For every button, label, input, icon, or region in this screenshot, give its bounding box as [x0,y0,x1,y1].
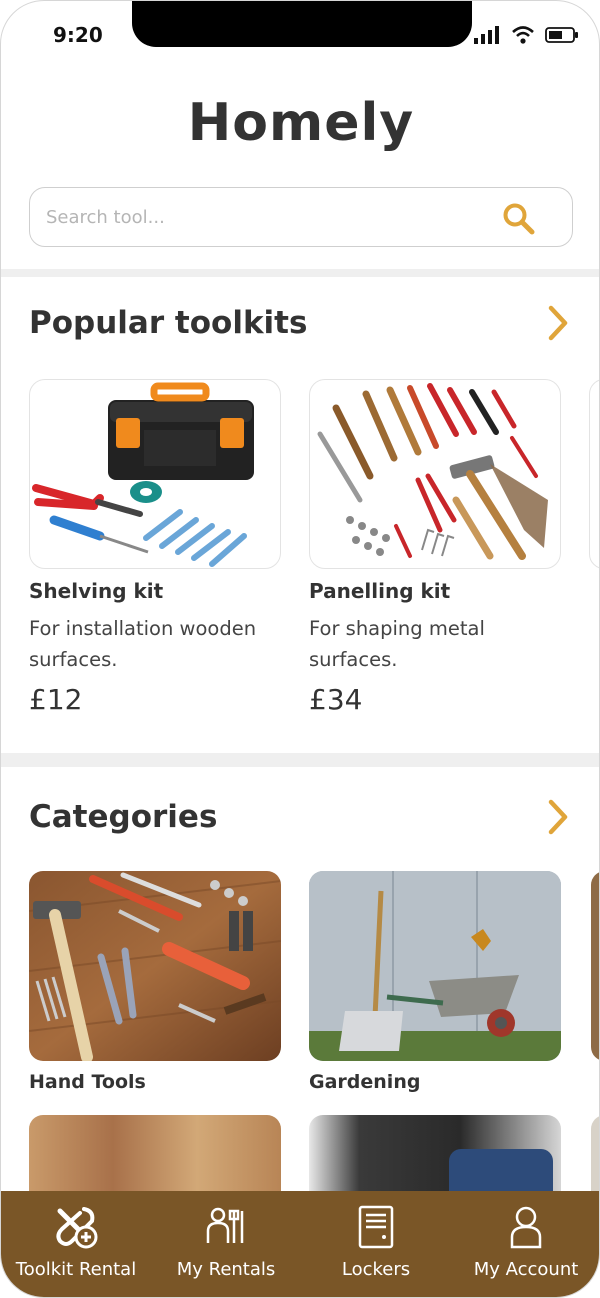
toolkit-card[interactable]: Panelling kit For shaping metal surfaces… [309,379,561,716]
nav-my-account[interactable]: My Account [451,1191,599,1297]
toolkit-image-shelving [29,379,281,569]
nav-label: My Rentals [176,1259,276,1280]
status-bar: 9:20 [1,1,599,61]
category-name: Hand Tools [29,1071,146,1093]
toolkit-card[interactable]: Shelving kit For installation wooden sur… [29,379,281,716]
battery-icon [545,27,578,43]
categories-title: Categories [29,799,218,835]
locker-icon [358,1205,394,1249]
toolkit-price: £12 [29,683,83,716]
popular-chevron-right-icon[interactable] [547,305,569,341]
phone-frame: 9:20 Homely Search tool... Popular toolk… [0,0,600,1298]
category-image-hand-tools [29,871,281,1061]
toolkit-price: £34 [309,683,363,716]
categories-chevron-right-icon[interactable] [547,799,569,835]
nav-label: Toolkit Rental [15,1259,137,1280]
signal-icon [474,26,499,44]
toolkit-name: Shelving kit [29,579,164,603]
app-logo: Homely [187,93,415,153]
rentals-icon [206,1207,244,1243]
category-card-peek[interactable] [591,871,599,1061]
section-divider [1,269,599,277]
nav-my-rentals[interactable]: My Rentals [151,1191,301,1297]
category-card-hand-tools[interactable]: Hand Tools [29,871,281,1093]
search-icon[interactable] [502,202,536,236]
status-icons [473,25,579,45]
toolkit-description: For shaping metal surfaces. [309,617,485,671]
nav-lockers[interactable]: Lockers [301,1191,451,1297]
search-box [29,187,573,247]
toolkit-card-peek[interactable] [589,379,599,569]
tools-plus-icon [56,1207,98,1249]
category-card-gardening[interactable]: Gardening [309,871,561,1093]
toolkit-name: Panelling kit [309,579,451,603]
nav-label: Lockers [341,1259,411,1280]
nav-label: My Account [473,1259,579,1280]
popular-toolkits-title: Popular toolkits [29,305,308,341]
nav-toolkit-rental[interactable]: Toolkit Rental [1,1191,151,1297]
user-icon [510,1206,542,1249]
notch [132,1,472,47]
search-input[interactable] [46,188,486,246]
wifi-icon [512,26,534,44]
status-time: 9:20 [53,23,103,47]
section-divider [1,753,599,767]
toolkit-description: For installation wooden surfaces. [29,617,257,671]
toolkit-image-panelling [309,379,561,569]
category-image-gardening [309,871,561,1061]
category-name: Gardening [309,1071,421,1093]
bottom-nav: Toolkit Rental My Rentals Lockers My Acc… [1,1191,599,1297]
